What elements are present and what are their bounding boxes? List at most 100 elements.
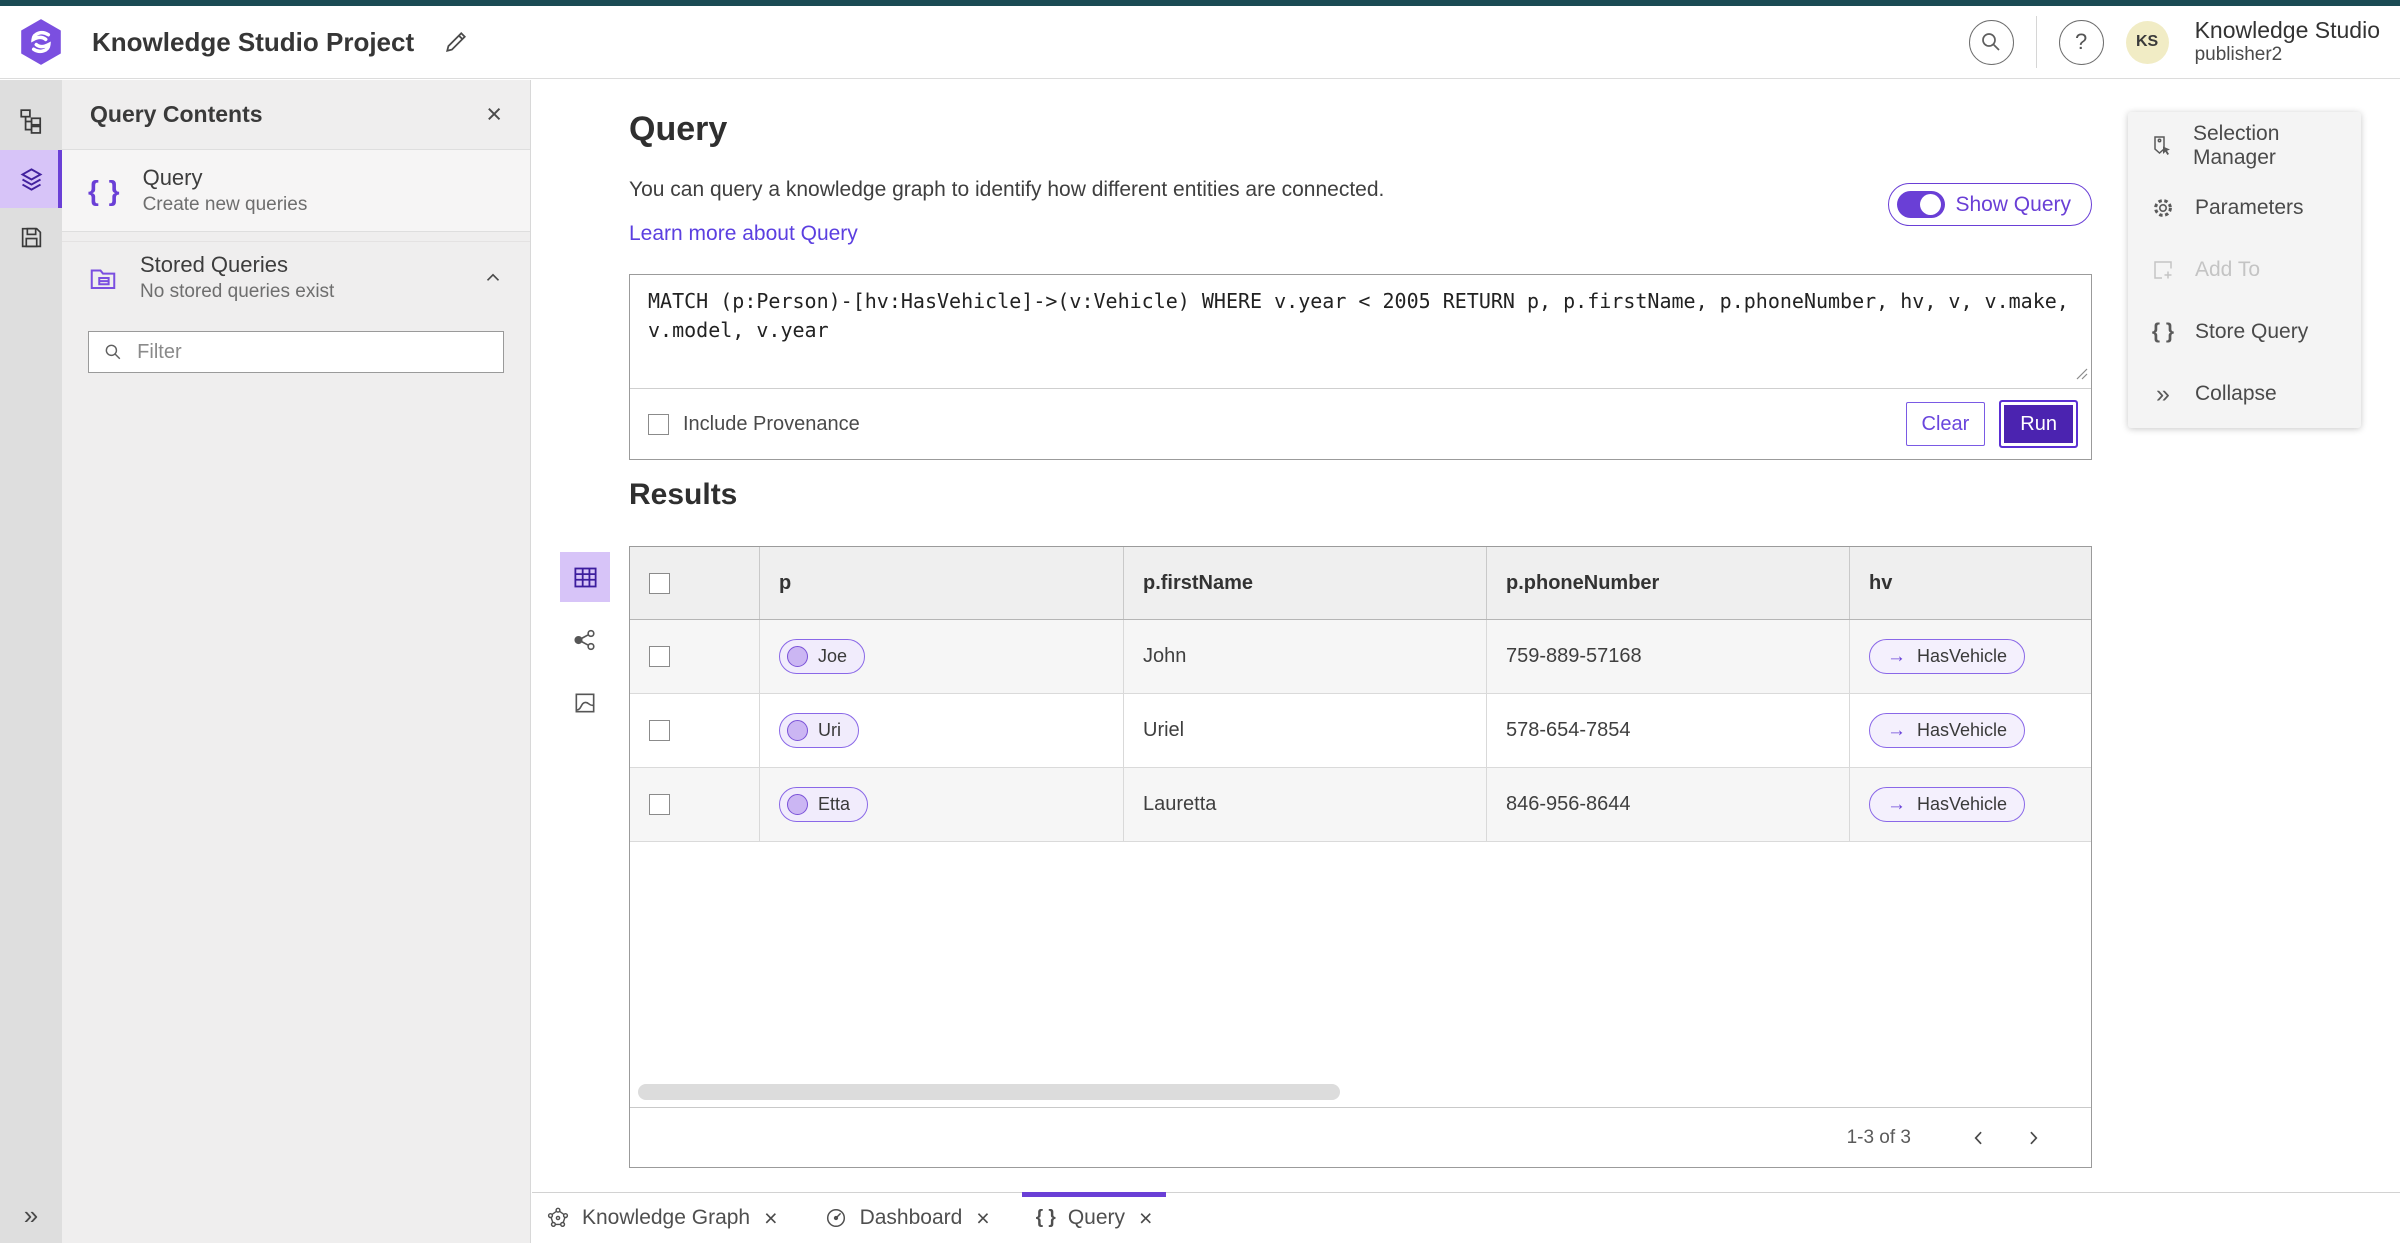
table-header-row: p p.firstName p.phoneNumber hv: [630, 547, 2091, 620]
close-tab-button[interactable]: ×: [764, 1206, 777, 1230]
arrow-right-icon: →: [1887, 719, 1906, 741]
show-query-toggle[interactable]: Show Query: [1888, 183, 2092, 226]
results-table: p p.firstName p.phoneNumber hv Joe John …: [629, 546, 2092, 1168]
product-name: Knowledge Studio: [2194, 16, 2380, 43]
panel-item-query[interactable]: { } Query Create new queries: [62, 150, 530, 232]
link-chart-view-button[interactable]: [560, 615, 610, 665]
help-button[interactable]: ?: [2058, 19, 2104, 65]
table-pagination: 1-3 of 3: [630, 1107, 2091, 1167]
page-title: Query: [629, 110, 728, 148]
query-contents-panel: Query Contents × { } Query Create new qu…: [62, 80, 531, 1243]
search-button[interactable]: [1968, 19, 2014, 65]
column-header-p[interactable]: p: [760, 547, 1124, 619]
action-label: Store Query: [2195, 320, 2309, 343]
filter-input[interactable]: [135, 339, 489, 365]
pencil-icon: [446, 32, 467, 52]
chevron-right-icon: [2030, 1131, 2038, 1144]
next-page-button[interactable]: [2013, 1118, 2053, 1158]
relationship-chip[interactable]: → HasVehicle: [1869, 639, 2026, 674]
bottom-tab-bar: Knowledge Graph × Dashboard × { } Query …: [532, 1192, 2400, 1243]
arrow-right-icon: →: [1887, 645, 1906, 667]
resize-handle[interactable]: [2074, 366, 2088, 385]
save-icon: [21, 227, 41, 247]
panel-item-stored-queries[interactable]: Stored Queries No stored queries exist: [62, 241, 530, 313]
tab-label: Knowledge Graph: [582, 1206, 751, 1229]
entity-chip[interactable]: Joe: [779, 639, 866, 674]
tab-knowledge-graph[interactable]: Knowledge Graph ×: [546, 1193, 778, 1243]
tab-query[interactable]: { } Query ×: [1021, 1192, 1167, 1243]
results-title: Results: [629, 478, 738, 511]
relationship-chip[interactable]: → HasVehicle: [1869, 787, 2026, 822]
link-chart-view-icon: [574, 629, 595, 651]
include-provenance-checkbox[interactable]: [648, 413, 669, 435]
table-view-icon: [573, 567, 597, 587]
previous-page-button[interactable]: [1959, 1118, 1999, 1158]
pagination-range: 1-3 of 3: [1846, 1126, 1911, 1148]
map-view-icon: [575, 693, 595, 713]
column-header-firstname[interactable]: p.firstName: [1124, 547, 1487, 619]
cell-firstname: Uriel: [1124, 694, 1487, 767]
braces-icon: { }: [2151, 320, 2175, 343]
panel-item-query-description: Create new queries: [142, 194, 308, 215]
parameters-button[interactable]: Parameters: [2128, 177, 2361, 239]
query-editor-container: MATCH (p:Person)-[hv:HasVehicle]->(v:Veh…: [629, 274, 2092, 460]
project-title: Knowledge Studio Project: [92, 26, 415, 57]
user-info[interactable]: Knowledge Studio publisher2: [2195, 17, 2380, 67]
stored-queries-folder-icon: [90, 269, 116, 289]
close-icon: ×: [486, 99, 502, 129]
app-logo-icon: [16, 17, 66, 67]
user-avatar[interactable]: KS: [2125, 20, 2169, 64]
cell-phonenumber: 578-654-7854: [1487, 694, 1850, 767]
table-row: Etta Lauretta 846-956-8644 → HasVehicle: [630, 768, 2091, 842]
tab-label: Dashboard: [859, 1206, 963, 1229]
rail-item-data-model[interactable]: [0, 92, 62, 150]
column-header-hv[interactable]: hv: [1850, 547, 2091, 619]
entity-chip[interactable]: Uri: [779, 713, 859, 748]
panel-item-stored-label: Stored Queries: [140, 252, 288, 277]
entity-node-icon: [787, 646, 808, 667]
action-label: Parameters: [2195, 196, 2304, 219]
rail-item-layers[interactable]: [0, 150, 62, 208]
learn-more-link[interactable]: Learn more about Query: [629, 222, 858, 246]
filter-search-box: [88, 331, 504, 373]
edit-title-button[interactable]: [442, 28, 470, 56]
panel-header: Query Contents ×: [62, 80, 530, 150]
panel-item-query-label: Query: [142, 165, 203, 190]
clear-button[interactable]: Clear: [1905, 402, 1986, 446]
map-view-button[interactable]: [560, 678, 610, 728]
braces-icon: { }: [1035, 1207, 1056, 1228]
table-row: Uri Uriel 578-654-7854 → HasVehicle: [630, 694, 2091, 768]
toggle-switch-on[interactable]: [1897, 191, 1946, 218]
arrow-right-icon: →: [1887, 793, 1906, 815]
selection-manager-icon: [2154, 136, 2170, 155]
horizontal-scrollbar-thumb[interactable]: [638, 1084, 1340, 1100]
column-header-phonenumber[interactable]: p.phoneNumber: [1487, 547, 1850, 619]
tab-label: Query: [1067, 1206, 1125, 1229]
close-tab-button[interactable]: ×: [976, 1206, 989, 1230]
close-panel-button[interactable]: ×: [486, 101, 502, 128]
entity-node-icon: [787, 794, 808, 815]
row-checkbox[interactable]: [649, 794, 670, 815]
query-text-input[interactable]: MATCH (p:Person)-[hv:HasVehicle]->(v:Veh…: [630, 275, 2091, 388]
row-checkbox[interactable]: [649, 646, 670, 667]
relationship-chip[interactable]: → HasVehicle: [1869, 713, 2026, 748]
run-button[interactable]: Run: [1999, 400, 2078, 448]
left-rail: »: [0, 80, 62, 1243]
expand-rail-button[interactable]: »: [0, 1200, 62, 1231]
chevron-up-icon: [486, 273, 500, 281]
entity-chip[interactable]: Etta: [779, 787, 869, 822]
row-checkbox[interactable]: [649, 720, 670, 741]
table-view-button[interactable]: [560, 552, 610, 602]
collapse-panel-button[interactable]: » Collapse: [2128, 363, 2361, 425]
collapse-section-button[interactable]: [482, 267, 504, 289]
tab-dashboard[interactable]: Dashboard ×: [824, 1193, 990, 1243]
selection-manager-button[interactable]: Selection Manager: [2128, 115, 2361, 177]
close-tab-button[interactable]: ×: [1139, 1206, 1152, 1230]
rail-item-save[interactable]: [0, 208, 62, 266]
select-all-checkbox[interactable]: [649, 572, 670, 594]
search-icon: [1982, 33, 2000, 51]
add-to-icon: [2154, 261, 2172, 279]
braces-icon: { }: [88, 174, 121, 206]
cell-firstname: John: [1124, 620, 1487, 693]
store-query-button[interactable]: { } Store Query: [2128, 301, 2361, 363]
